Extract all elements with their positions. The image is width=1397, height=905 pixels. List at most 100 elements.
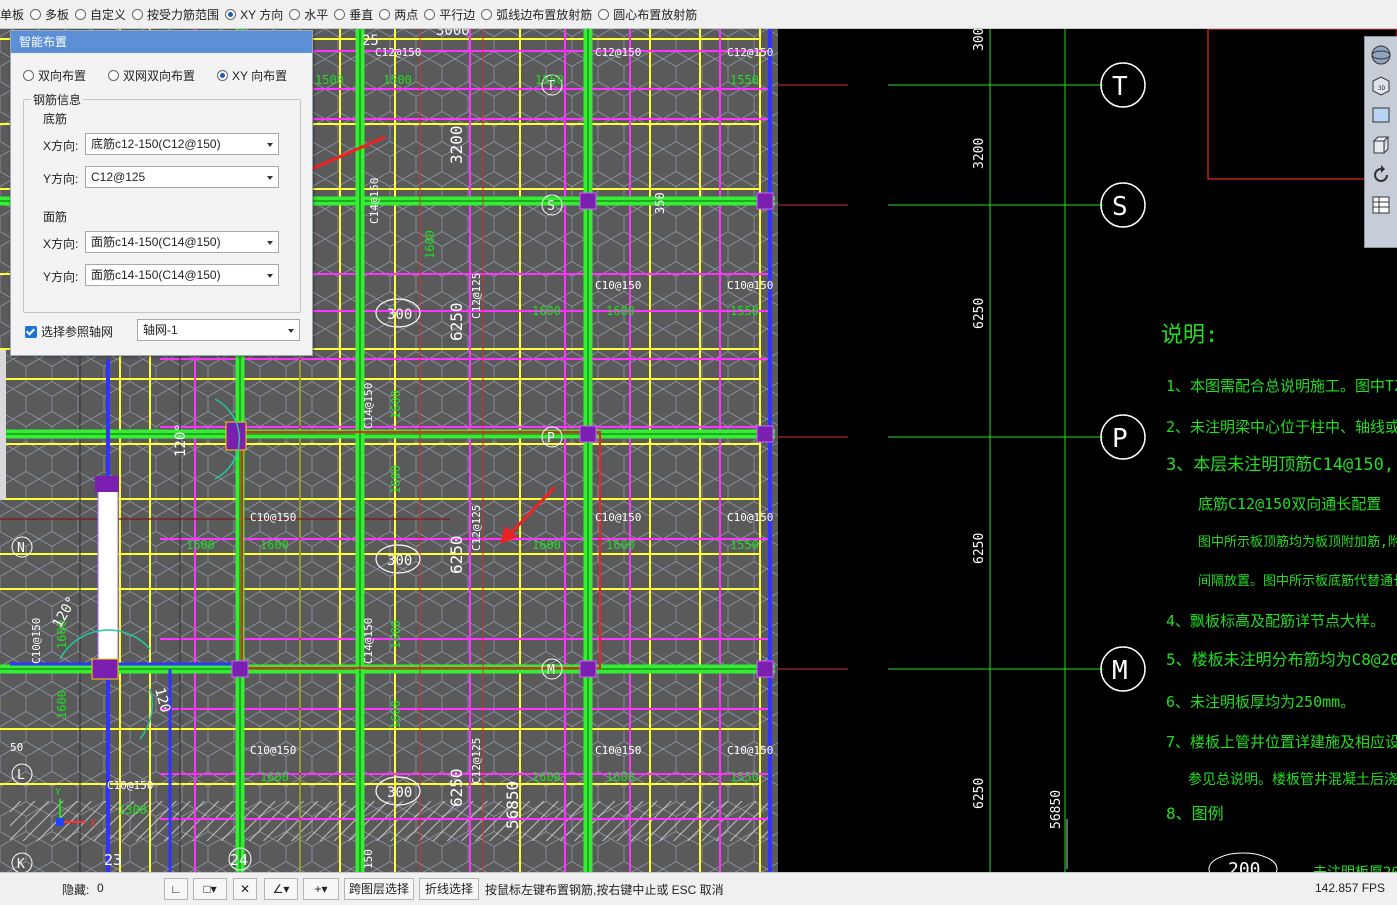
toolbar-option-5[interactable]: 水平 <box>289 6 328 23</box>
mode-double-net[interactable]: 双网双向布置 <box>108 67 195 84</box>
note-line: 8、图例 <box>1166 804 1224 823</box>
length-text: 1600 <box>260 770 289 784</box>
radio-icon[interactable] <box>30 8 42 20</box>
radio-icon[interactable] <box>108 70 119 81</box>
toolbar-option-label: 圆心布置放射筋 <box>613 7 698 22</box>
chevron-down-icon <box>288 329 294 333</box>
top-x-select[interactable]: 面筋c14-150(C14@150) <box>85 231 279 253</box>
toolbar-option-3[interactable]: 按受力筋范围 <box>132 6 219 23</box>
hidden-label: 隐藏: <box>62 883 90 897</box>
length-text: 1600 <box>606 770 635 784</box>
dim-text: 6250 <box>447 768 466 807</box>
dim-text: 3000 <box>436 29 470 39</box>
radio-icon[interactable] <box>481 8 493 20</box>
toolbar-option-7[interactable]: 两点 <box>379 6 418 23</box>
box-view-icon[interactable] <box>1369 133 1393 157</box>
angle-button[interactable]: ∠▾ <box>264 878 298 900</box>
dim-text: 6250 <box>972 298 987 329</box>
toolbar-option-6[interactable]: 垂直 <box>334 6 373 23</box>
length-text: 1600 <box>389 465 403 494</box>
radio-icon[interactable] <box>23 70 34 81</box>
rebar-spec-text: C10@150 <box>595 279 641 292</box>
rebar-info-title: 钢筋信息 <box>31 91 84 108</box>
mode-xy-direction[interactable]: XY 向布置 <box>217 67 287 84</box>
axis-net-select[interactable]: 轴网-1 <box>137 319 300 341</box>
length-text: 1600 <box>606 304 635 318</box>
toolbar-option-9[interactable]: 弧线边布置放射筋 <box>481 6 592 23</box>
cross-button[interactable]: ✕ <box>233 878 257 900</box>
axis-label-p: P <box>1112 424 1128 454</box>
axis-label-n: N <box>17 541 25 556</box>
rotate-icon[interactable] <box>1369 163 1393 187</box>
slab-thickness-text: 300 <box>387 553 412 569</box>
toolbar-option-10[interactable]: 圆心布置放射筋 <box>598 6 697 23</box>
radio-icon[interactable] <box>334 8 346 20</box>
radio-icon[interactable] <box>75 8 87 20</box>
axis-reference-checkbox[interactable]: 选择参照轴网 <box>25 323 113 340</box>
checkbox-checked-icon[interactable] <box>25 325 37 338</box>
top-y-select[interactable]: 面筋c14-150(C14@150) <box>85 264 279 286</box>
toolbar-option-8[interactable]: 平行边 <box>424 6 475 23</box>
smart-placement-panel: 智能布置 双向布置 双网双向布置 XY 向布置 钢筋信息 底筋 X方向: 底筋c… <box>10 30 313 356</box>
length-text: 1550 <box>730 304 759 318</box>
axis-label-l: L <box>17 768 25 783</box>
radio-icon[interactable] <box>225 8 237 20</box>
toolbar-option-label: 平行边 <box>439 7 476 22</box>
mode-label: XY 向布置 <box>232 69 288 83</box>
polyline-select-button[interactable]: 折线选择 <box>419 878 479 900</box>
length-text: 1600 <box>532 538 561 552</box>
toolbar-option-2[interactable]: 自定义 <box>75 6 126 23</box>
hidden-count: 0 <box>97 881 104 895</box>
radio-icon[interactable] <box>217 70 228 81</box>
toolbar-option-0[interactable]: 单板 <box>0 6 24 23</box>
radio-icon[interactable] <box>379 8 391 20</box>
radio-icon[interactable] <box>598 8 610 20</box>
rebar-spec-text: C14@150 <box>362 618 375 664</box>
square-snap-icon: □▾ <box>203 882 217 896</box>
mode-double-direction[interactable]: 双向布置 <box>23 67 86 84</box>
rebar-spec-text: C12@125 <box>470 738 483 784</box>
note-line: 1、本图需配合总说明施工。图中TZ 定位详楼梯图 <box>1166 377 1397 395</box>
length-text: 1550 <box>730 770 759 784</box>
column-marker <box>756 192 774 210</box>
radio-icon[interactable] <box>424 8 436 20</box>
axis-checkbox-label: 选择参照轴网 <box>41 325 114 339</box>
dim-text: 56850 <box>1049 790 1064 829</box>
cad-notes-view[interactable]: 300 3200 6250 6250 6250 56850 T S P M 说明: 1、本图需配合总说… <box>778 29 1397 872</box>
top-view-icon[interactable] <box>1369 103 1393 127</box>
note-line: 间隔放置。图中所示板底筋代替通长筋放置。 <box>1198 573 1397 589</box>
bottom-x-select[interactable]: 底筋c12-150(C12@150) <box>85 133 279 155</box>
toolbar-option-1[interactable]: 多板 <box>30 6 69 23</box>
top-x-value: 面筋c14-150(C14@150) <box>91 235 221 249</box>
ortho-button[interactable]: ∟ <box>164 878 188 900</box>
toolbar-option-label: 水平 <box>304 7 329 22</box>
notes-title: 说明: <box>1161 323 1218 348</box>
length-text: 1600 <box>260 538 289 552</box>
rebar-spec-text: C10@150 <box>107 779 153 792</box>
length-text: 50 <box>10 741 23 754</box>
angle-icon: ∠▾ <box>272 882 290 896</box>
3d-view-icon[interactable]: 3D <box>1369 73 1393 97</box>
column-marker <box>579 660 597 678</box>
toolbar-option-label: XY 方向 <box>240 7 284 22</box>
plus-offset-icon: +▾ <box>314 882 328 896</box>
stair-strip <box>97 476 119 670</box>
cross-icon: ✕ <box>239 882 251 896</box>
side-collapse-tab[interactable] <box>0 350 6 500</box>
top-rebar-label: 面筋 <box>43 210 68 224</box>
toolbar-option-4[interactable]: XY 方向 <box>225 6 283 23</box>
radio-icon[interactable] <box>289 8 301 20</box>
grid-table-icon[interactable] <box>1369 193 1393 217</box>
cross-layer-select-button[interactable]: 跨图层选择 <box>344 878 414 900</box>
dim-text: 56850 <box>503 781 522 829</box>
sphere-view-icon[interactable] <box>1369 43 1393 67</box>
bottom-y-select[interactable]: C12@125 <box>85 166 279 188</box>
snap-mode-button[interactable]: □▾ <box>193 878 227 900</box>
rebar-spec-text: C10@150 <box>727 744 773 757</box>
offset-button[interactable]: +▾ <box>303 878 339 900</box>
placement-mode-toolbar: 单板 多板 自定义 按受力筋范围 XY 方向 水平 垂直 两点 平行边 弧线边布置放射筋 圆心布置放… <box>0 0 1397 29</box>
bottom-y-label: Y方向: <box>43 172 79 186</box>
toolbar-option-label: 两点 <box>394 7 419 22</box>
radio-icon[interactable] <box>132 8 144 20</box>
top-y-label: Y方向: <box>43 270 79 284</box>
